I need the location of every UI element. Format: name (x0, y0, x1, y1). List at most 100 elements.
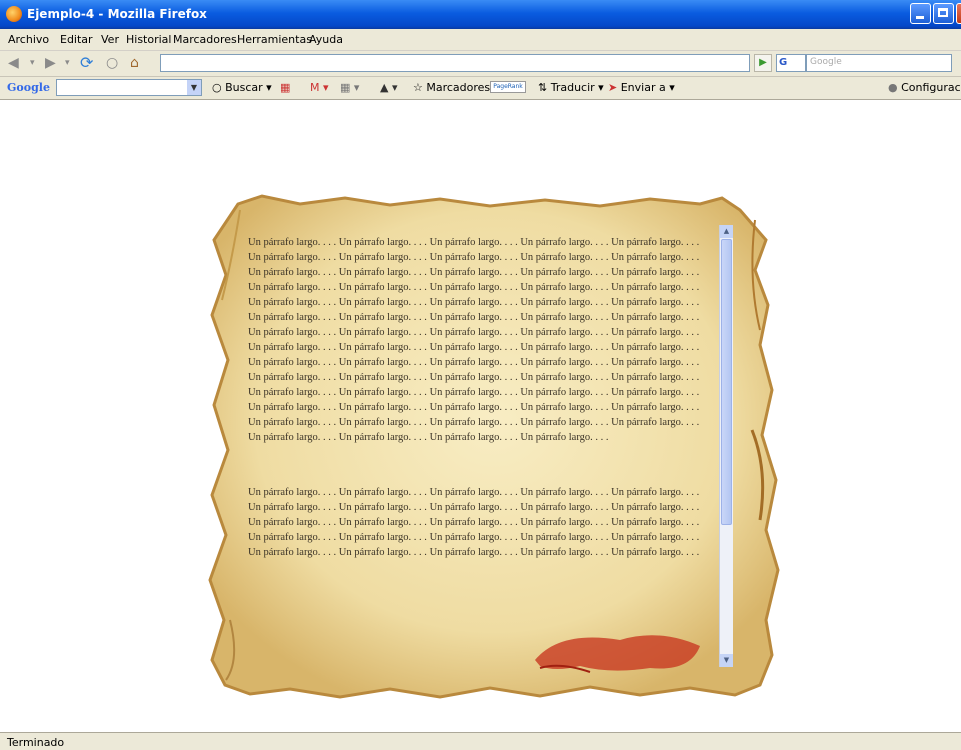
paragraph-fragment: Un párrafo largo. . . . (338, 417, 430, 428)
paragraph-fragment: Un párrafo largo. . . . (611, 417, 700, 428)
close-button[interactable] (956, 3, 961, 24)
paragraph-fragment: Un párrafo largo. . . . (248, 387, 339, 398)
paragraph-fragment: Un párrafo largo. . . . (338, 357, 430, 368)
paragraph-fragment: Un párrafo largo. . . . (429, 502, 521, 513)
paragraph-fragment: Un párrafo largo. . . . (248, 282, 339, 293)
paragraph-fragment: Un párrafo largo. . . . (248, 327, 339, 338)
paragraph-fragment: Un párrafo largo. . . . (429, 297, 521, 308)
paragraph-fragment: Un párrafo largo. . . . (338, 297, 430, 308)
paragraph-fragment: Un párrafo largo. . . . (429, 417, 521, 428)
paragraph-fragment: Un párrafo largo. . . . (520, 372, 612, 383)
paragraph-fragment: Un párrafo largo. . . . (338, 267, 430, 278)
paragraph-fragment: Un párrafo largo. . . . (248, 267, 339, 278)
paragraph: Un párrafo largo. . . . Un párrafo largo… (248, 485, 714, 560)
paragraph: Un párrafo largo. . . . Un párrafo largo… (248, 235, 714, 445)
marcadores-label: Marcadores (426, 81, 491, 94)
calendar-icon[interactable]: ▦ ▾ (340, 81, 359, 94)
traducir-button[interactable]: ⇅ Traducir ▾ (538, 81, 604, 94)
gear-icon: ● (888, 81, 898, 94)
news-icon[interactable]: ▦ (280, 81, 290, 94)
paragraph-fragment: Un párrafo largo. . . . (338, 432, 430, 443)
chevron-down-icon[interactable]: ▼ (187, 80, 201, 95)
paragraph-fragment: Un párrafo largo. . . . (429, 342, 521, 353)
stop-icon[interactable]: ○ (106, 55, 118, 71)
paragraph-fragment: Un párrafo largo. . . . (338, 402, 430, 413)
paragraph-fragment: Un párrafo largo. . . . (248, 547, 339, 558)
paragraph-fragment: Un párrafo largo. . . . (429, 237, 521, 248)
home-icon[interactable]: ⌂ (130, 55, 139, 71)
paragraph-fragment: Un párrafo largo. . . . (611, 327, 700, 338)
paragraph-fragment: Un párrafo largo. . . . (520, 237, 612, 248)
paragraph-fragment: Un párrafo largo. . . . (248, 517, 339, 528)
menu-ver[interactable]: Ver (101, 33, 119, 46)
buscar-button[interactable]: ○ Buscar ▾ (212, 81, 272, 94)
paragraph-fragment: Un párrafo largo. . . . (520, 402, 612, 413)
paragraph-fragment: Un párrafo largo. . . . (429, 402, 521, 413)
paragraph-fragment: Un párrafo largo. . . . (429, 432, 521, 443)
marcadores-button[interactable]: ☆ Marcadores ▾ (413, 81, 499, 94)
paragraph-area: Un párrafo largo. . . . Un párrafo largo… (248, 235, 714, 675)
paragraph-fragment: Un párrafo largo. . . . (338, 532, 430, 543)
traducir-label: Traducir (550, 81, 595, 94)
status-text: Terminado (7, 736, 65, 749)
paragraph-fragment: Un párrafo largo. . . . (520, 532, 612, 543)
scroll-up-icon[interactable]: ▲ (720, 225, 733, 238)
paragraph-fragment: Un párrafo largo. . . . (338, 342, 430, 353)
paragraph-fragment: Un párrafo largo. . . . (429, 267, 521, 278)
paragraph-fragment: Un párrafo largo. . . . (338, 312, 430, 323)
scroll-down-icon[interactable]: ▼ (720, 654, 733, 667)
go-button[interactable]: ▶ (754, 54, 772, 72)
menu-marcadores[interactable]: Marcadores (173, 33, 237, 46)
pagerank-indicator[interactable]: PageRank (490, 81, 526, 93)
back-dropdown-icon[interactable]: ▾ (30, 55, 35, 71)
menu-herramientas[interactable]: Herramientas (237, 33, 312, 46)
paragraph-fragment: Un párrafo largo. . . . (611, 402, 700, 413)
paragraph-fragment: Un párrafo largo. . . . (429, 517, 521, 528)
vertical-scrollbar[interactable]: ▲ ▼ (719, 225, 733, 667)
reload-icon[interactable]: ⟳ (80, 55, 93, 71)
paragraph-fragment: Un párrafo largo. . . . (611, 282, 700, 293)
paragraph-fragment: Un párrafo largo. . . . (611, 532, 700, 543)
maximize-button[interactable] (933, 3, 954, 24)
gmail-icon[interactable]: M ▾ (310, 81, 329, 94)
configuracion-label: Configuració (901, 81, 961, 94)
menu-editar[interactable]: Editar (60, 33, 93, 46)
paragraph-fragment: Un párrafo largo. . . . (248, 312, 339, 323)
url-input[interactable] (160, 54, 750, 72)
menu-ayuda[interactable]: Ayuda (309, 33, 343, 46)
paragraph-fragment: Un párrafo largo. . . . (429, 357, 521, 368)
star-icon: ☆ (413, 81, 423, 94)
google-search-input[interactable]: ▼ (56, 79, 202, 96)
paragraph-fragment: Un párrafo largo. . . . (611, 297, 700, 308)
paragraph-fragment: Un párrafo largo. . . . (248, 502, 339, 513)
search-engine-selector[interactable]: G (776, 54, 806, 72)
paragraph-fragment: Un párrafo largo. . . . (248, 297, 339, 308)
paragraph-fragment: Un párrafo largo. . . . (338, 372, 430, 383)
menu-historial[interactable]: Historial (126, 33, 171, 46)
paragraph-fragment: Un párrafo largo. . . . (611, 267, 700, 278)
paragraph-fragment: Un párrafo largo. . . . (429, 532, 521, 543)
search-input[interactable]: Google (806, 54, 952, 72)
enviar-button[interactable]: ➤ Enviar a ▾ (608, 81, 675, 94)
paragraph-fragment: Un párrafo largo. . . . (248, 252, 339, 263)
paragraph-fragment: Un párrafo largo. . . . (520, 357, 612, 368)
paragraph-fragment: Un párrafo largo. . . . (611, 372, 700, 383)
forward-icon[interactable]: ▶ (45, 55, 56, 71)
scroll-thumb[interactable] (721, 239, 732, 525)
paragraph-fragment: Un párrafo largo. . . . (338, 517, 430, 528)
paragraph-fragment: Un párrafo largo. . . . (248, 402, 339, 413)
back-icon[interactable]: ◀ (8, 55, 19, 71)
configuracion-button[interactable]: ● Configuració (888, 81, 961, 94)
paragraph-fragment: Un párrafo largo. . . . (429, 387, 521, 398)
paragraph-fragment: Un párrafo largo. . . . (248, 417, 339, 428)
menu-archivo[interactable]: Archivo (8, 33, 49, 46)
forward-dropdown-icon[interactable]: ▾ (65, 55, 70, 71)
paragraph-fragment: Un párrafo largo. . . . (520, 312, 612, 323)
paragraph-fragment: Un párrafo largo. . . . (611, 357, 700, 368)
share-icon[interactable]: ▲ ▾ (380, 81, 397, 94)
paragraph-fragment: Un párrafo largo. . . . (338, 487, 430, 498)
paragraph-fragment: Un párrafo largo. . . . (520, 387, 612, 398)
minimize-button[interactable] (910, 3, 931, 24)
google-toolbar: Google ▼ ○ Buscar ▾ ▦ M ▾ ▦ ▾ ▲ ▾ ☆ Marc… (0, 77, 961, 100)
paragraph-fragment: Un párrafo largo. . . . (429, 282, 521, 293)
